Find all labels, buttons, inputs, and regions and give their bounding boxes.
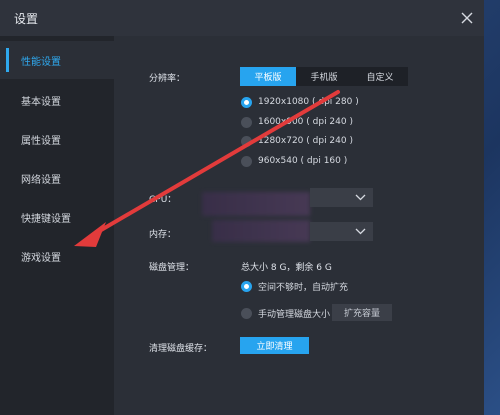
cache-label: 清理磁盘缓存： [149,344,213,354]
close-button[interactable] [455,6,479,30]
radio-button[interactable] [241,116,252,128]
chevron-down-icon [355,228,366,235]
resolution-option-1920[interactable]: 1920x1080 ( dpi 280 ) [241,95,359,109]
memory-select[interactable] [310,222,373,241]
clean-cache-button[interactable]: 立即清理 [240,337,309,354]
tab-phone[interactable]: 手机版 [296,67,352,86]
resolution-option-label: 1280x720 ( dpi 240 ) [258,136,353,146]
disk-manual-label: 手动管理磁盘大小 [258,309,331,320]
tab-custom[interactable]: 自定义 [352,67,408,86]
resolution-option-label: 960x540 ( dpi 160 ) [258,156,348,166]
redacted-region [212,220,310,242]
radio-button[interactable] [241,135,252,147]
title-bar: 设置 [0,0,484,36]
sidebar-item-shortcuts[interactable]: 快捷键设置 [0,198,114,236]
radio-button[interactable] [241,307,252,319]
resolution-option-960[interactable]: 960x540 ( dpi 160 ) [241,154,347,168]
resolution-label: 分辨率： [149,74,186,84]
sidebar-item-performance[interactable]: 性能设置 [0,41,114,79]
settings-sidebar: 性能设置 基本设置 属性设置 网络设置 快捷键设置 游戏设置 [0,36,114,415]
memory-label: 内存： [149,230,177,240]
resolution-mode-tabs: 平板版 手机版 自定义 [240,67,408,86]
resolution-option-1280[interactable]: 1280x720 ( dpi 240 ) [241,134,353,148]
settings-window: 设置 性能设置 基本设置 属性设置 网络设置 快捷键设置 游戏设置 分辨率： 平… [0,0,484,415]
tab-tablet[interactable]: 平板版 [240,67,296,86]
sidebar-item-network[interactable]: 网络设置 [0,159,114,197]
resolution-option-label: 1600x900 ( dpi 240 ) [258,117,353,127]
disk-manual-option[interactable]: 手动管理磁盘大小 [241,306,330,320]
cpu-select[interactable] [310,188,373,207]
resolution-option-label: 1920x1080 ( dpi 280 ) [258,97,359,107]
disk-label: 磁盘管理： [149,263,195,273]
expand-capacity-button[interactable]: 扩充容量 [332,304,392,321]
cpu-label: CPU： [149,195,177,205]
disk-summary: 总大小 8 G，剩余 6 G [241,263,332,273]
window-title: 设置 [14,12,39,26]
performance-settings-panel: 分辨率： 平板版 手机版 自定义 1920x1080 ( dpi 280 ) 1… [114,36,484,415]
disk-auto-expand-label: 空间不够时，自动扩充 [258,282,349,293]
disk-auto-expand-option[interactable]: 空间不够时，自动扩充 [241,279,348,293]
sidebar-item-game[interactable]: 游戏设置 [0,237,114,275]
close-icon [461,12,473,24]
resolution-option-1600[interactable]: 1600x900 ( dpi 240 ) [241,115,353,129]
redacted-region [202,192,310,216]
radio-button[interactable] [241,280,252,292]
sidebar-item-basic[interactable]: 基本设置 [0,81,114,119]
chevron-down-icon [355,194,366,201]
radio-button[interactable] [241,96,252,108]
radio-button[interactable] [241,155,252,167]
sidebar-item-properties[interactable]: 属性设置 [0,120,114,158]
